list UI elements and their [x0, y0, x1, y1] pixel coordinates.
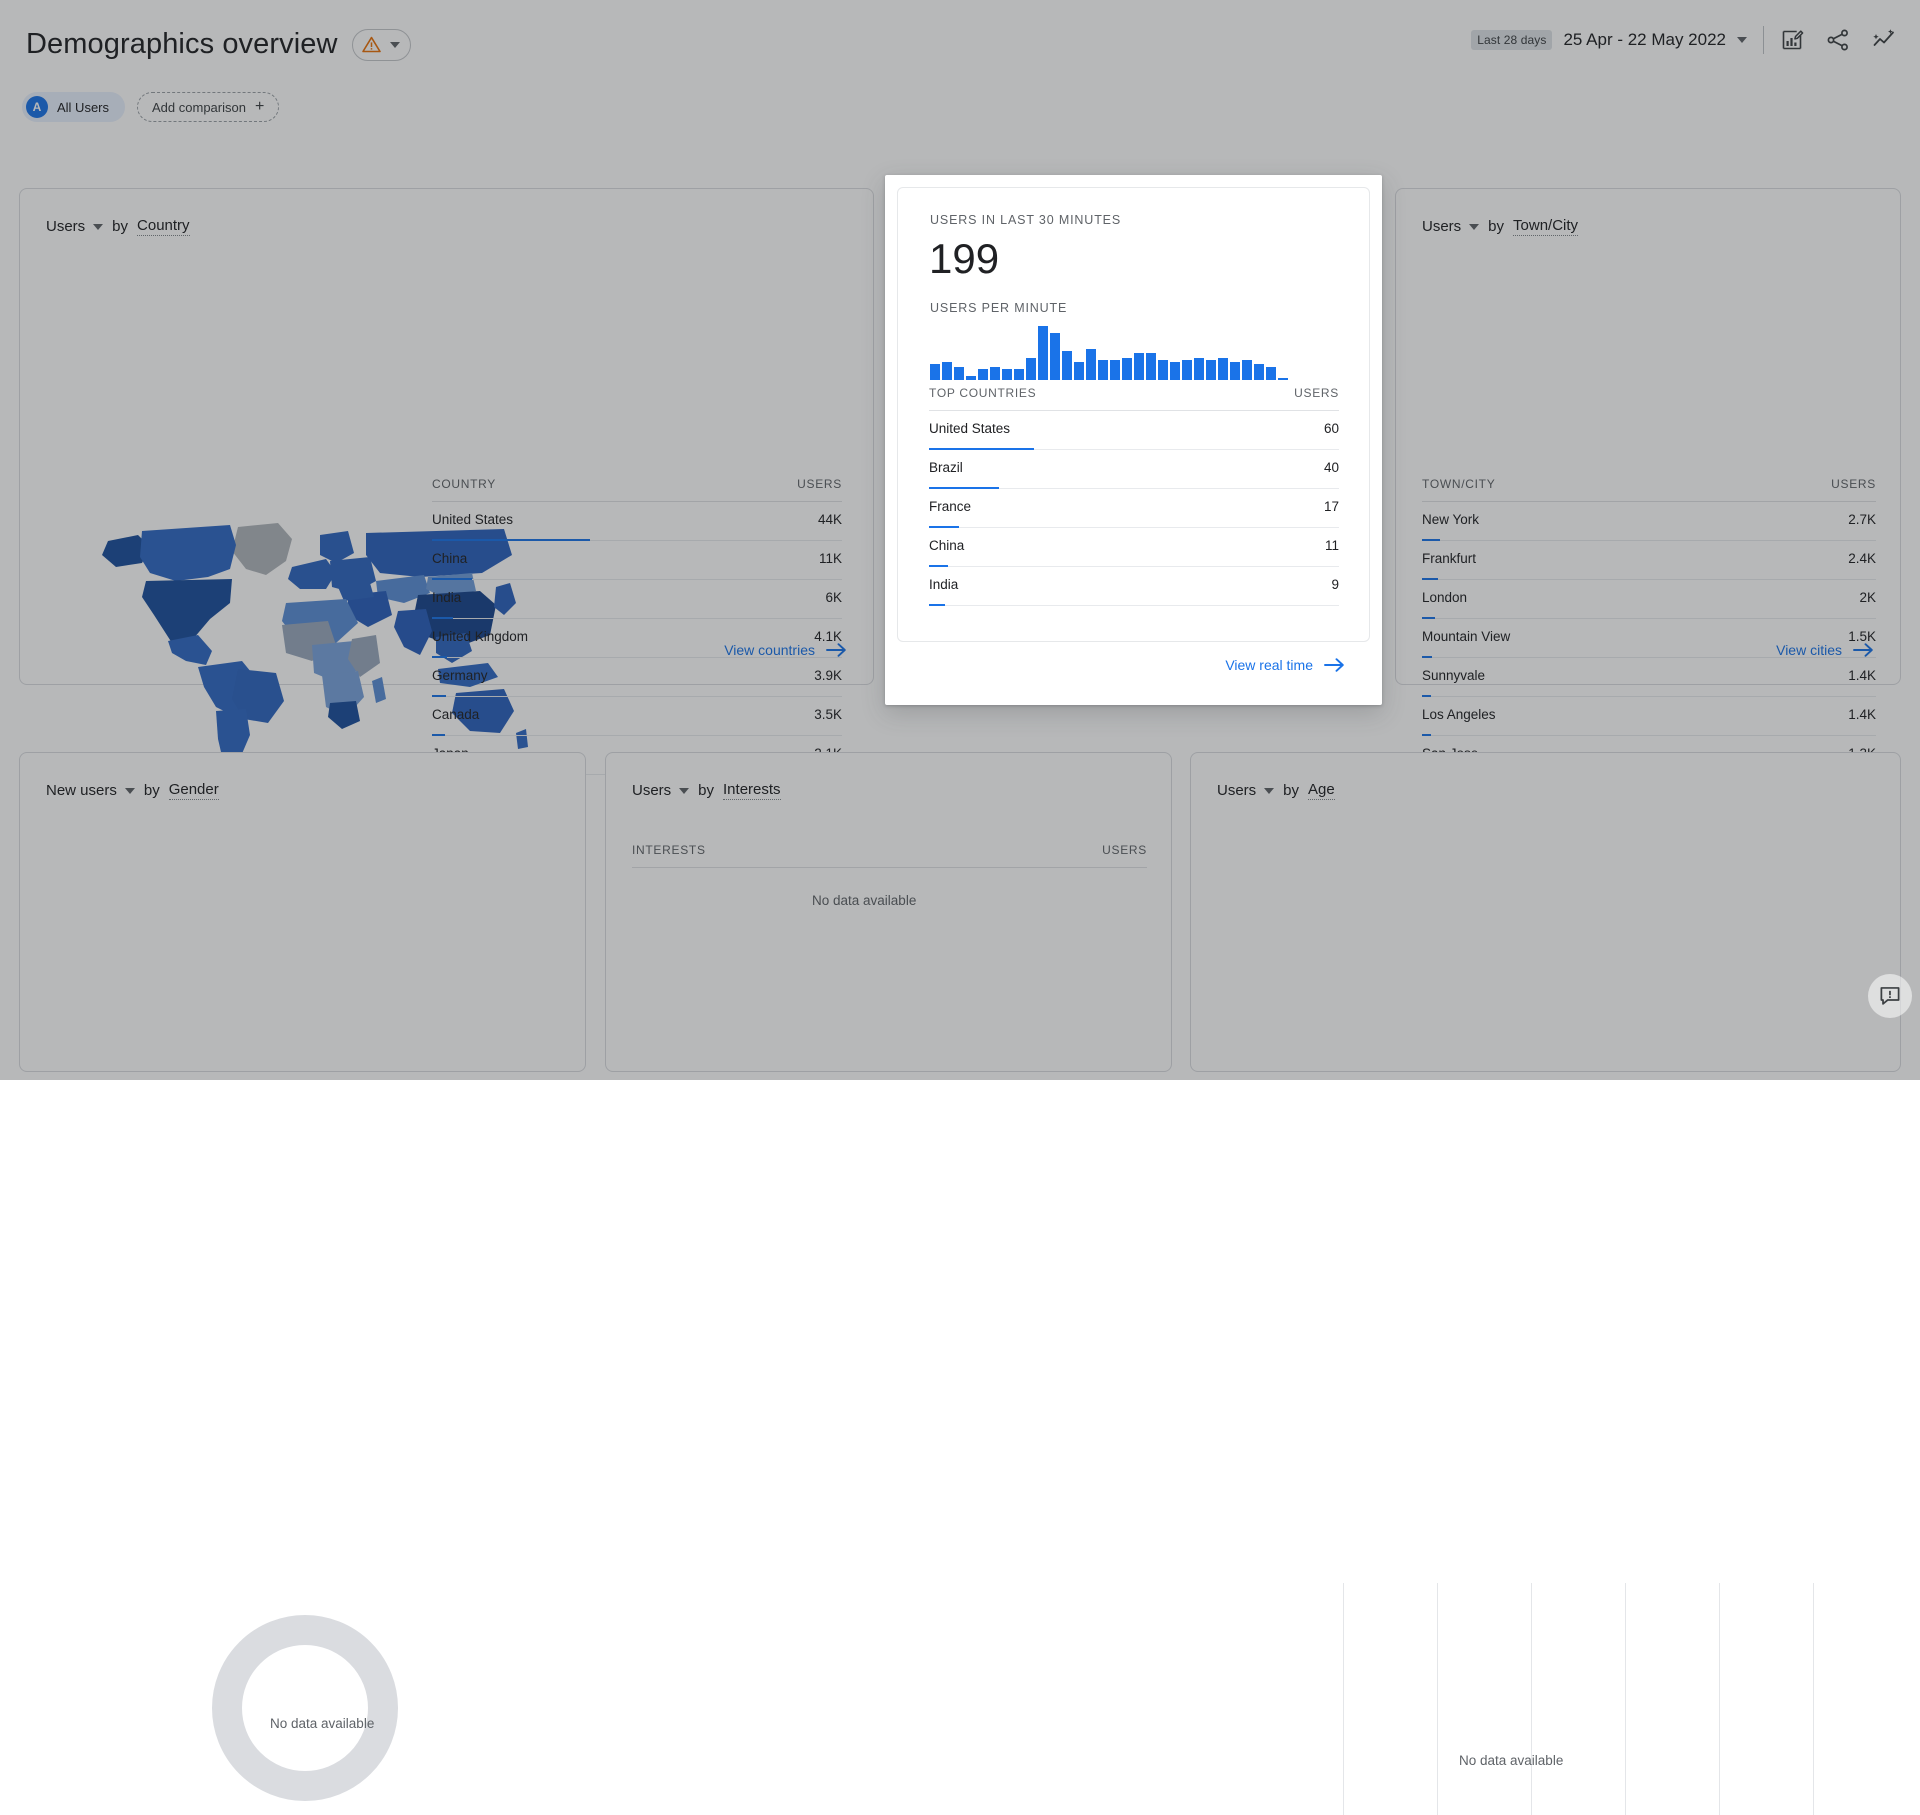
realtime-modal-inner: USERS IN LAST 30 MINUTES 199 USERS PER M… [897, 187, 1370, 642]
sparkline-bar [1194, 358, 1204, 381]
sparkline-bar [1110, 360, 1120, 380]
feedback-icon [1879, 985, 1901, 1007]
sparkline-bar [1014, 369, 1024, 380]
feedback-button[interactable] [1868, 974, 1912, 1018]
sparkline-bar [1254, 364, 1264, 380]
realtime-table-header: TOP COUNTRIES USERS [929, 386, 1339, 411]
sparkline-bar [1122, 358, 1132, 381]
sparkline-bar [1278, 378, 1288, 380]
gender-donut-chart [212, 1615, 398, 1801]
sparkline-bar [1266, 367, 1276, 381]
sparkline-bar [1182, 360, 1192, 380]
realtime-users-count: 199 [929, 238, 999, 280]
sparkline-bar [930, 364, 940, 380]
row-label: Brazil [929, 460, 963, 475]
table-row[interactable]: United States 60 [929, 411, 1339, 450]
sparkline-bar [1146, 353, 1156, 380]
age-gridline [1625, 1583, 1626, 1815]
view-real-time-label: View real time [1225, 657, 1313, 673]
realtime-overview-modal: USERS IN LAST 30 MINUTES 199 USERS PER M… [885, 175, 1382, 705]
realtime-col-users: USERS [1294, 386, 1339, 400]
realtime-table-body: United States 60 Brazil 40 France 17 China 11 In… [929, 411, 1339, 606]
row-value: 11 [1325, 538, 1339, 553]
realtime-top-countries-table: TOP COUNTRIES USERS United States 60 Brazi… [929, 386, 1339, 606]
age-empty-text: No data available [1459, 1753, 1563, 1768]
sparkline-bar [1074, 362, 1084, 380]
row-value: 40 [1324, 460, 1339, 475]
realtime-users-label: USERS IN LAST 30 MINUTES [930, 213, 1121, 227]
sparkline-bar [1134, 353, 1144, 380]
row-label: India [929, 577, 958, 592]
sparkline-bar [1050, 333, 1060, 380]
sparkline-bar [1170, 362, 1180, 380]
sparkline-bar [990, 367, 1000, 381]
age-gridline [1719, 1583, 1720, 1815]
arrow-right-icon [1324, 658, 1345, 672]
sparkline-bar [1062, 351, 1072, 380]
realtime-col-country: TOP COUNTRIES [929, 386, 1036, 400]
sparkline-bar [1158, 360, 1168, 380]
sparkline-bar [954, 367, 964, 381]
sparkline-bar [1230, 362, 1240, 380]
sparkline-bar [942, 362, 952, 380]
age-gridline [1813, 1583, 1814, 1815]
row-label: United States [929, 421, 1010, 436]
sparkline-bar [1206, 360, 1216, 380]
table-row[interactable]: China 11 [929, 528, 1339, 567]
sparkline-bar [1038, 326, 1048, 380]
view-real-time-link[interactable]: View real time [1225, 657, 1345, 673]
sparkline-bar [1098, 360, 1108, 380]
row-label: France [929, 499, 971, 514]
sparkline-bar [978, 369, 988, 380]
age-gridline [1343, 1583, 1344, 1815]
sparkline-bar [1002, 369, 1012, 380]
sparkline-bar [1242, 360, 1252, 380]
row-value: 9 [1331, 577, 1339, 592]
table-row[interactable]: India 9 [929, 567, 1339, 606]
row-value: 60 [1324, 421, 1339, 436]
sparkline-bar [1026, 358, 1036, 381]
row-value: 17 [1324, 499, 1339, 514]
realtime-per-minute-label: USERS PER MINUTE [930, 301, 1067, 315]
age-gridline [1437, 1583, 1438, 1815]
sparkline-bar [1086, 349, 1096, 381]
realtime-modal-layer: USERS IN LAST 30 MINUTES 199 USERS PER M… [0, 0, 1920, 1080]
row-label: China [929, 538, 964, 553]
gender-empty-text: No data available [270, 1716, 374, 1731]
age-gridline [1531, 1583, 1532, 1815]
row-bar [929, 604, 945, 606]
users-per-minute-sparkline [930, 324, 1334, 380]
table-row[interactable]: Brazil 40 [929, 450, 1339, 489]
sparkline-bar [1218, 358, 1228, 381]
table-row[interactable]: France 17 [929, 489, 1339, 528]
sparkline-bar [966, 376, 976, 381]
